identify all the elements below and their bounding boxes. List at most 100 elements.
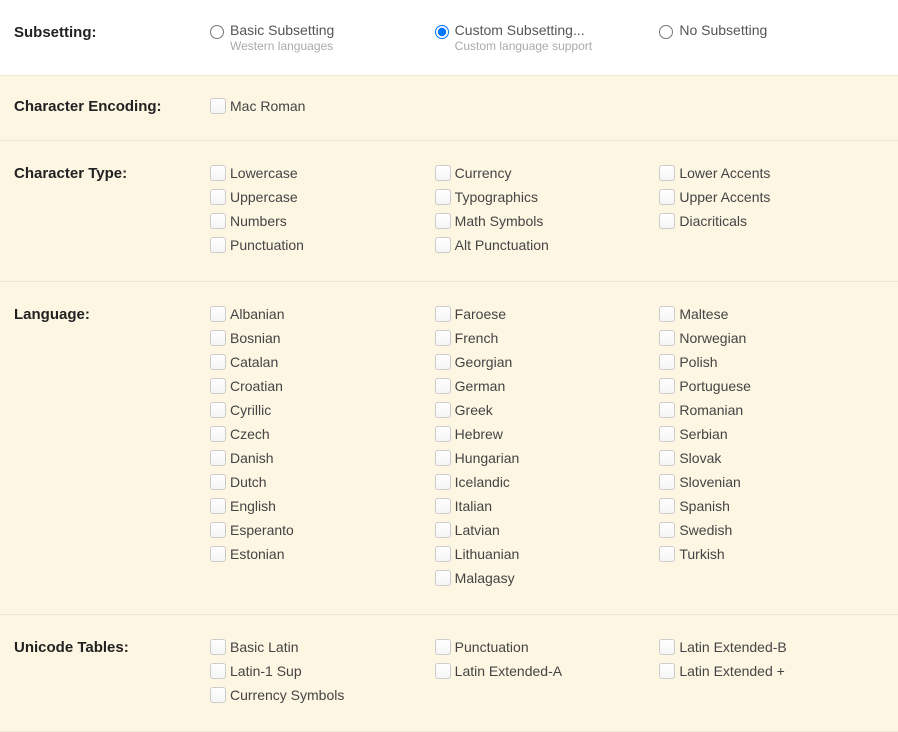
checkbox-icon[interactable]: [210, 402, 226, 418]
checkbox-icon[interactable]: [435, 663, 451, 679]
option-danish[interactable]: Danish: [210, 448, 435, 468]
checkbox-icon[interactable]: [210, 498, 226, 514]
option-latin-1-sup[interactable]: Latin-1 Sup: [210, 661, 435, 681]
checkbox-icon[interactable]: [435, 522, 451, 538]
option-polish[interactable]: Polish: [659, 352, 884, 372]
option-punctuation[interactable]: Punctuation: [210, 235, 435, 255]
checkbox-icon[interactable]: [435, 570, 451, 586]
checkbox-icon[interactable]: [210, 237, 226, 253]
option-faroese[interactable]: Faroese: [435, 304, 660, 324]
checkbox-icon[interactable]: [659, 330, 675, 346]
checkbox-icon[interactable]: [659, 213, 675, 229]
subsetting-radio-custom[interactable]: [435, 25, 449, 39]
option-esperanto[interactable]: Esperanto: [210, 520, 435, 540]
option-norwegian[interactable]: Norwegian: [659, 328, 884, 348]
option-latvian[interactable]: Latvian: [435, 520, 660, 540]
option-diacriticals[interactable]: Diacriticals: [659, 211, 884, 231]
option-hebrew[interactable]: Hebrew: [435, 424, 660, 444]
checkbox-icon[interactable]: [435, 450, 451, 466]
option-slovak[interactable]: Slovak: [659, 448, 884, 468]
option-malagasy[interactable]: Malagasy: [435, 568, 660, 588]
option-swedish[interactable]: Swedish: [659, 520, 884, 540]
option-math-symbols[interactable]: Math Symbols: [435, 211, 660, 231]
subsetting-option-none[interactable]: No Subsetting: [659, 22, 884, 39]
encoding-option-mac-roman[interactable]: Mac Roman: [210, 96, 435, 116]
option-romanian[interactable]: Romanian: [659, 400, 884, 420]
subsetting-option-custom[interactable]: Custom Subsetting... Custom language sup…: [435, 22, 660, 53]
checkbox-icon[interactable]: [210, 546, 226, 562]
option-currency-symbols[interactable]: Currency Symbols: [210, 685, 435, 705]
option-serbian[interactable]: Serbian: [659, 424, 884, 444]
checkbox-icon[interactable]: [210, 687, 226, 703]
option-lowercase[interactable]: Lowercase: [210, 163, 435, 183]
checkbox-icon[interactable]: [659, 189, 675, 205]
checkbox-icon[interactable]: [435, 330, 451, 346]
option-icelandic[interactable]: Icelandic: [435, 472, 660, 492]
option-dutch[interactable]: Dutch: [210, 472, 435, 492]
option-latin-extended[interactable]: Latin Extended +: [659, 661, 884, 681]
subsetting-radio-none[interactable]: [659, 25, 673, 39]
checkbox-icon[interactable]: [659, 402, 675, 418]
subsetting-radio-basic[interactable]: [210, 25, 224, 39]
option-portuguese[interactable]: Portuguese: [659, 376, 884, 396]
option-english[interactable]: English: [210, 496, 435, 516]
option-latin-extended-a[interactable]: Latin Extended-A: [435, 661, 660, 681]
checkbox-icon[interactable]: [659, 426, 675, 442]
option-basic-latin[interactable]: Basic Latin: [210, 637, 435, 657]
checkbox-icon[interactable]: [210, 306, 226, 322]
option-cyrillic[interactable]: Cyrillic: [210, 400, 435, 420]
option-lower-accents[interactable]: Lower Accents: [659, 163, 884, 183]
checkbox-icon[interactable]: [210, 330, 226, 346]
checkbox-icon[interactable]: [435, 213, 451, 229]
checkbox-icon[interactable]: [210, 213, 226, 229]
checkbox-icon[interactable]: [210, 378, 226, 394]
option-upper-accents[interactable]: Upper Accents: [659, 187, 884, 207]
option-hungarian[interactable]: Hungarian: [435, 448, 660, 468]
checkbox-icon[interactable]: [210, 354, 226, 370]
option-numbers[interactable]: Numbers: [210, 211, 435, 231]
checkbox-icon[interactable]: [435, 639, 451, 655]
option-greek[interactable]: Greek: [435, 400, 660, 420]
checkbox-icon[interactable]: [210, 426, 226, 442]
checkbox-icon[interactable]: [435, 354, 451, 370]
checkbox-icon[interactable]: [210, 165, 226, 181]
checkbox-icon[interactable]: [210, 474, 226, 490]
option-estonian[interactable]: Estonian: [210, 544, 435, 564]
option-typographics[interactable]: Typographics: [435, 187, 660, 207]
checkbox-icon[interactable]: [659, 306, 675, 322]
checkbox-icon[interactable]: [659, 450, 675, 466]
checkbox-icon[interactable]: [210, 189, 226, 205]
checkbox-icon[interactable]: [659, 639, 675, 655]
checkbox-icon[interactable]: [435, 498, 451, 514]
option-croatian[interactable]: Croatian: [210, 376, 435, 396]
checkbox-icon[interactable]: [435, 378, 451, 394]
checkbox-icon[interactable]: [659, 165, 675, 181]
checkbox-icon[interactable]: [659, 498, 675, 514]
option-albanian[interactable]: Albanian: [210, 304, 435, 324]
checkbox-icon[interactable]: [210, 98, 226, 114]
option-punctuation[interactable]: Punctuation: [435, 637, 660, 657]
checkbox-icon[interactable]: [210, 639, 226, 655]
checkbox-icon[interactable]: [435, 426, 451, 442]
checkbox-icon[interactable]: [659, 522, 675, 538]
option-catalan[interactable]: Catalan: [210, 352, 435, 372]
checkbox-icon[interactable]: [659, 663, 675, 679]
option-turkish[interactable]: Turkish: [659, 544, 884, 564]
checkbox-icon[interactable]: [659, 378, 675, 394]
option-currency[interactable]: Currency: [435, 163, 660, 183]
checkbox-icon[interactable]: [210, 522, 226, 538]
option-spanish[interactable]: Spanish: [659, 496, 884, 516]
checkbox-icon[interactable]: [659, 474, 675, 490]
checkbox-icon[interactable]: [435, 306, 451, 322]
option-alt-punctuation[interactable]: Alt Punctuation: [435, 235, 660, 255]
option-french[interactable]: French: [435, 328, 660, 348]
option-italian[interactable]: Italian: [435, 496, 660, 516]
checkbox-icon[interactable]: [435, 546, 451, 562]
option-uppercase[interactable]: Uppercase: [210, 187, 435, 207]
option-latin-extended-b[interactable]: Latin Extended-B: [659, 637, 884, 657]
checkbox-icon[interactable]: [435, 189, 451, 205]
option-slovenian[interactable]: Slovenian: [659, 472, 884, 492]
checkbox-icon[interactable]: [659, 354, 675, 370]
option-czech[interactable]: Czech: [210, 424, 435, 444]
subsetting-option-basic[interactable]: Basic Subsetting Western languages: [210, 22, 435, 53]
